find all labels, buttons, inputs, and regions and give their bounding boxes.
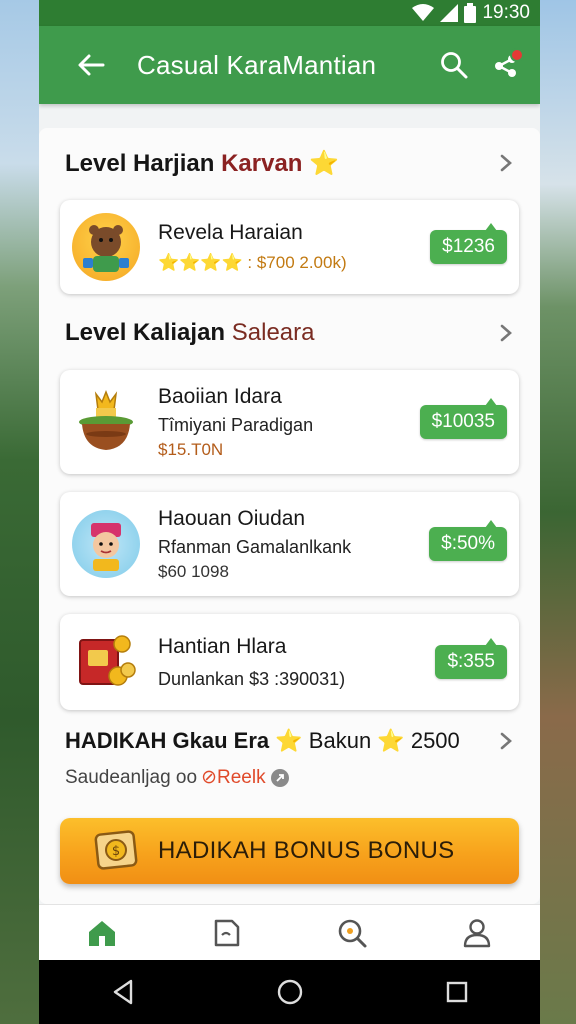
section-daily-title-accent: Karvan <box>221 149 303 177</box>
bonus-summary[interactable]: HADIKAH Gkau Era ⭐ Bakun ⭐ 2500 Saudeanl… <box>65 728 516 789</box>
bonus-cta-button[interactable]: $ HADIKAH BONUS BONUS <box>60 818 519 884</box>
list-item-subtitle: Tîmiyani Paradigan <box>158 414 314 435</box>
list-item-subtitle: Rfanman Gamalanlkank <box>158 536 352 557</box>
battery-icon <box>464 3 477 23</box>
status-bar: 19:30 <box>39 0 540 26</box>
recents-square-icon[interactable] <box>433 968 481 1016</box>
list-item-price[interactable]: $:355 <box>435 638 507 679</box>
list-item-text: Haouan Oiudan Rfanman Gamalanlkank $60 1… <box>158 507 429 582</box>
card-daily-price[interactable]: $1236 <box>430 223 507 264</box>
bonus-summary-link[interactable]: ⊘Reelk <box>201 766 266 789</box>
signal-icon <box>440 4 459 22</box>
bonus-cta-label: HADIKAH BONUS BONUS <box>158 837 455 864</box>
back-triangle-icon[interactable] <box>99 968 147 1016</box>
list-item-title: Haouan Oiudan <box>158 506 306 530</box>
bottom-navigation <box>39 904 540 960</box>
section-daily-title-text: Level Harjian <box>65 149 222 177</box>
section-kaliajan-title: Level Kaliajan Saleara <box>65 319 496 347</box>
bonus-summary-subtitle: Saudeanljag oo <box>65 766 198 788</box>
list-item[interactable]: Hantian Hlara Dunlankan $3 :390031) $:35… <box>60 614 519 710</box>
system-navigation <box>39 960 540 1024</box>
pot-crown-icon <box>72 388 140 456</box>
app-bar: Casual KaraMantian <box>39 26 540 104</box>
star-icon: ⭐ <box>309 149 340 177</box>
bonus-summary-title: HADIKAH Gkau Era ⭐ Bakun ⭐ 2500 <box>65 728 496 754</box>
chevron-right-icon <box>500 732 512 750</box>
section-kaliajan-header[interactable]: Level Kaliajan Saleara <box>39 302 540 364</box>
svg-text:$: $ <box>112 844 120 859</box>
star-icon: ⭐ <box>275 728 303 753</box>
section-daily-title: Level Harjian Karvan ⭐ <box>65 149 496 178</box>
star-icon: ⭐ <box>377 728 405 753</box>
arrow-badge-icon <box>270 768 289 787</box>
list-item-title: Baoiian Idara <box>158 384 282 408</box>
home-icon[interactable] <box>72 905 132 961</box>
list-item[interactable]: Baoiian Idara Tîmiyani Paradigan $15.T0N… <box>60 370 519 474</box>
phone-screen: 19:30 Casual KaraMantian Level Harjian K… <box>39 0 540 1024</box>
section-kaliajan-title-accent: Saleara <box>231 319 315 346</box>
red-book-coins-icon <box>72 628 140 696</box>
bonus-summary-title-rest: Bakun <box>302 728 372 753</box>
document-icon[interactable] <box>197 905 257 961</box>
coin-ticket-icon: $ <box>94 830 138 870</box>
search-icon[interactable] <box>322 905 382 961</box>
list-item-title: Hantian Hlara <box>158 634 287 658</box>
card-daily-rating: ⭐⭐⭐⭐ : $700 2.00k) <box>158 253 347 272</box>
bear-avatar-icon <box>72 213 140 281</box>
card-daily-text: Revela Haraian ⭐⭐⭐⭐ : $700 2.00k) <box>158 221 430 273</box>
content-panel: Level Harjian Karvan ⭐ Revela Haraian ⭐⭐… <box>39 128 540 904</box>
card-daily[interactable]: Revela Haraian ⭐⭐⭐⭐ : $700 2.00k) $1236 <box>60 200 519 294</box>
back-arrow-icon[interactable] <box>71 45 111 85</box>
app-title: Casual KaraMantian <box>137 49 377 80</box>
profile-icon[interactable] <box>447 905 507 961</box>
section-kaliajan-title-text: Level Kaliajan <box>65 319 232 346</box>
background-left <box>0 0 39 1024</box>
list-item-amount: $15.T0N <box>158 439 224 459</box>
chevron-right-icon <box>500 154 512 172</box>
background-right <box>540 0 576 1024</box>
status-time: 19:30 <box>482 2 530 23</box>
list-item-text: Hantian Hlara Dunlankan $3 :390031) <box>158 635 435 690</box>
bonus-summary-title-text: HADIKAH Gkau Era <box>65 728 270 753</box>
section-daily-header[interactable]: Level Harjian Karvan ⭐ <box>39 132 540 194</box>
list-item[interactable]: Haouan Oiudan Rfanman Gamalanlkank $60 1… <box>60 492 519 596</box>
chevron-right-icon <box>500 324 512 342</box>
list-item-price[interactable]: $10035 <box>419 398 507 439</box>
list-item-text: Baoiian Idara Tîmiyani Paradigan $15.T0N <box>158 385 420 460</box>
notification-badge <box>510 48 524 62</box>
wifi-icon <box>412 4 435 22</box>
search-icon[interactable] <box>434 45 474 85</box>
list-item-subtitle: Dunlankan $3 :390031) <box>158 668 346 689</box>
home-circle-icon[interactable] <box>266 968 314 1016</box>
list-item-amount: $60 1098 <box>158 561 229 581</box>
share-notification-icon[interactable] <box>486 45 526 85</box>
character-avatar-icon <box>72 510 140 578</box>
bonus-summary-count: 2500 <box>404 728 460 753</box>
list-item-price[interactable]: $:50% <box>429 520 507 561</box>
card-daily-title: Revela Haraian <box>158 221 303 244</box>
